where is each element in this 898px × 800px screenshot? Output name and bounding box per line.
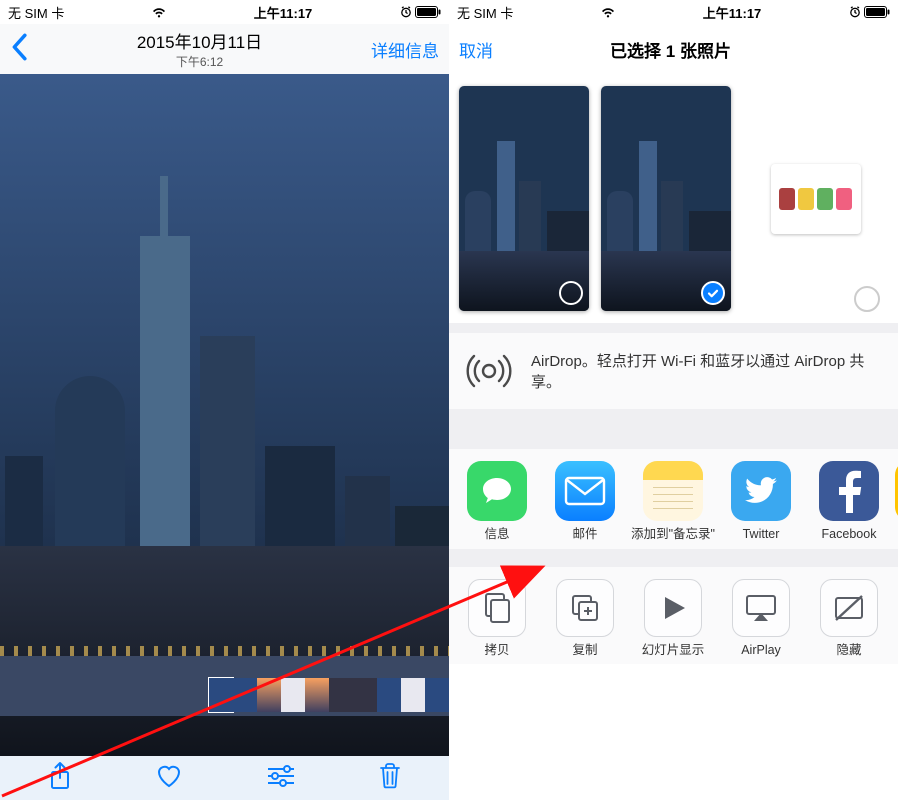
photo-viewport[interactable] <box>0 74 449 756</box>
facebook-icon <box>819 461 879 521</box>
bottom-toolbar <box>0 756 449 800</box>
asset-picker-row[interactable] <box>449 74 898 323</box>
clock-label: 上午11:17 <box>254 6 313 21</box>
share-button[interactable] <box>48 761 72 796</box>
hide-icon <box>820 579 878 637</box>
action-label: 复制 <box>541 643 629 659</box>
action-duplicate[interactable]: 复制 <box>541 579 629 659</box>
action-slideshow[interactable]: 幻灯片显示 <box>629 579 717 659</box>
share-icon <box>48 761 72 791</box>
status-bar: 无 SIM 卡 上午11:17 <box>449 0 898 24</box>
selection-indicator-checked[interactable] <box>701 281 725 305</box>
play-icon <box>644 579 702 637</box>
share-app-facebook[interactable]: Facebook <box>805 461 893 543</box>
share-thumb[interactable] <box>771 164 861 234</box>
wifi-icon <box>601 7 615 18</box>
airplay-icon <box>732 579 790 637</box>
selection-indicator-unchecked[interactable] <box>559 281 583 305</box>
share-app-notes[interactable]: 添加到"备忘录" <box>629 461 717 543</box>
duplicate-icon <box>556 579 614 637</box>
share-app-mail[interactable]: 邮件 <box>541 461 629 543</box>
airdrop-section[interactable]: AirDrop。轻点打开 Wi-Fi 和蓝牙以通过 AirDrop 共享。 <box>449 333 898 409</box>
alarm-icon <box>849 6 861 18</box>
selection-indicator-unchecked[interactable] <box>854 286 880 312</box>
cancel-button[interactable]: 取消 <box>459 37 493 62</box>
filmstrip-thumb[interactable] <box>257 678 281 712</box>
share-app-messages[interactable]: 信息 <box>453 461 541 543</box>
filmstrip-thumb[interactable] <box>377 678 401 712</box>
app-label: 添加到"备忘录" <box>629 527 717 543</box>
photo-viewer-screen: 无 SIM 卡 上午11:17 2015年10月11日 下午6:12 详细信息 <box>0 0 449 800</box>
details-button[interactable]: 详细信息 <box>371 37 439 62</box>
delete-button[interactable] <box>379 763 401 794</box>
filmstrip-thumb[interactable] <box>401 678 425 712</box>
carrier-label: 无 SIM 卡 <box>457 3 513 22</box>
separator <box>449 409 898 449</box>
nav-subtitle-time: 下午6:12 <box>28 53 371 70</box>
filmstrip-thumb[interactable] <box>329 678 353 712</box>
status-bar: 无 SIM 卡 上午11:17 <box>0 0 449 24</box>
separator <box>449 549 898 567</box>
clock-label: 上午11:17 <box>703 6 762 21</box>
trash-icon <box>379 763 401 789</box>
twitter-icon <box>731 461 791 521</box>
filmstrip-thumb[interactable] <box>353 678 377 712</box>
notes-icon <box>643 461 703 521</box>
messages-icon <box>467 461 527 521</box>
heart-icon <box>155 763 183 789</box>
separator <box>449 323 898 333</box>
back-button[interactable] <box>10 33 28 66</box>
action-label: 拷贝 <box>453 643 541 659</box>
action-label: AirPlay <box>717 643 805 659</box>
battery-icon <box>864 6 890 18</box>
share-nav-bar: 取消 已选择 1 张照片 <box>449 24 898 74</box>
action-copy[interactable]: 拷贝 <box>453 579 541 659</box>
action-assign-peek[interactable]: 指 <box>893 579 898 659</box>
nav-title-date: 2015年10月11日 <box>28 28 371 53</box>
filmstrip-thumb[interactable] <box>425 678 449 712</box>
share-app-twitter[interactable]: Twitter <box>717 461 805 543</box>
nav-bar: 2015年10月11日 下午6:12 详细信息 <box>0 24 449 74</box>
airdrop-icon <box>465 347 513 395</box>
share-thumb[interactable] <box>601 86 731 311</box>
copy-icon <box>468 579 526 637</box>
edit-button[interactable] <box>266 765 296 792</box>
action-label: 幻灯片显示 <box>629 643 717 659</box>
share-actions-row[interactable]: 拷贝 复制 幻灯片显示 AirPlay <box>449 567 898 665</box>
share-app-peek[interactable] <box>893 461 898 543</box>
checkmark-icon <box>706 286 720 300</box>
action-airplay[interactable]: AirPlay <box>717 579 805 659</box>
favorite-button[interactable] <box>155 763 183 794</box>
sliders-icon <box>266 765 296 787</box>
app-label: 信息 <box>453 527 541 543</box>
app-label: Twitter <box>717 527 805 543</box>
share-sheet-screen: 无 SIM 卡 上午11:17 取消 已选择 1 张照片 <box>449 0 898 800</box>
carrier-label: 无 SIM 卡 <box>8 3 64 22</box>
action-hide[interactable]: 隐藏 <box>805 579 893 659</box>
airdrop-text: AirDrop。轻点打开 Wi-Fi 和蓝牙以通过 AirDrop 共享。 <box>531 350 882 392</box>
mail-icon <box>555 461 615 521</box>
battery-icon <box>415 6 441 18</box>
filmstrip-thumb[interactable] <box>305 678 329 712</box>
photo-filmstrip[interactable] <box>209 678 449 712</box>
chevron-left-icon <box>10 33 28 61</box>
share-thumb[interactable] <box>459 86 589 311</box>
alarm-icon <box>400 6 412 18</box>
wifi-icon <box>152 7 166 18</box>
filmstrip-thumb[interactable] <box>209 678 233 712</box>
filmstrip-thumb[interactable] <box>233 678 257 712</box>
action-label: 指 <box>893 585 898 601</box>
app-label: Facebook <box>805 527 893 543</box>
filmstrip-thumb[interactable] <box>281 678 305 712</box>
app-label: 邮件 <box>541 527 629 543</box>
action-label: 隐藏 <box>805 643 893 659</box>
share-title: 已选择 1 张照片 <box>493 37 848 62</box>
share-apps-row[interactable]: 信息 邮件 添加到"备忘录" Twitter <box>449 449 898 549</box>
